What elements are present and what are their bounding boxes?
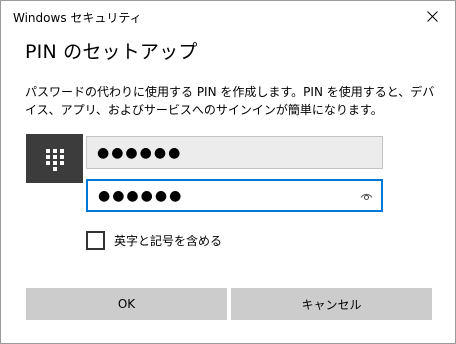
keypad-icon — [45, 148, 64, 171]
include-letters-label: 英字と記号を含める — [114, 233, 223, 248]
include-letters-option[interactable]: 英字と記号を含める — [86, 230, 222, 250]
pin-setup-dialog: Windows セキュリティ PIN のセットアップ パスワードの代わりに使用す… — [0, 0, 456, 344]
dialog-description: パスワードの代わりに使用する PIN を作成します。PIN を使用すると、デバイ… — [25, 85, 435, 117]
confirm-pin-value: ●●●●●● — [98, 187, 184, 204]
close-button[interactable] — [409, 1, 455, 31]
new-pin-input[interactable]: ●●●●●● — [86, 136, 383, 169]
dialog-heading: PIN のセットアップ — [25, 41, 198, 63]
cancel-button[interactable]: キャンセル — [231, 288, 432, 320]
title-bar: Windows セキュリティ — [1, 1, 455, 31]
close-icon — [426, 10, 438, 22]
new-pin-value: ●●●●●● — [97, 144, 183, 161]
window-title: Windows セキュリティ — [13, 11, 142, 25]
pin-keypad-tile — [26, 134, 83, 183]
ok-button[interactable]: OK — [26, 288, 227, 320]
include-letters-checkbox[interactable] — [86, 230, 105, 250]
confirm-pin-input[interactable]: ●●●●●● — [86, 179, 383, 212]
eye-icon[interactable] — [359, 189, 373, 203]
